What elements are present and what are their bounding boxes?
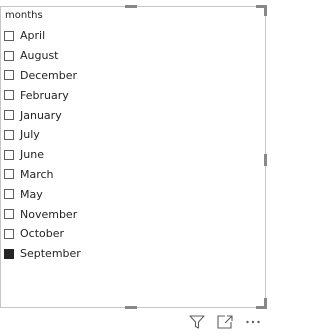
item-label: December — [20, 68, 78, 82]
filter-icon[interactable] — [188, 314, 206, 330]
resize-handle-top[interactable] — [125, 5, 137, 8]
resize-handle-bottom[interactable] — [125, 306, 137, 309]
focus-mode-icon[interactable] — [216, 314, 234, 330]
slicer-item-may[interactable]: May — [4, 184, 81, 204]
slicer-item-october[interactable]: October — [4, 224, 81, 244]
checkbox[interactable] — [4, 30, 14, 41]
slicer-header: months — [5, 10, 43, 21]
checkbox[interactable] — [4, 209, 14, 220]
checkbox[interactable] — [4, 110, 14, 121]
item-label: November — [20, 207, 78, 221]
item-label: June — [20, 148, 44, 162]
checkbox[interactable] — [4, 50, 14, 61]
slicer-item-july[interactable]: July — [4, 125, 81, 145]
slicer-item-list: April August December February January J… — [4, 26, 81, 264]
checkbox[interactable] — [4, 70, 14, 81]
slicer-item-april[interactable]: April — [4, 26, 81, 46]
slicer-item-november[interactable]: November — [4, 204, 81, 224]
item-label: February — [20, 88, 69, 102]
slicer-item-december[interactable]: December — [4, 66, 81, 86]
slicer-item-january[interactable]: January — [4, 105, 81, 125]
checkbox-checked[interactable] — [4, 248, 14, 259]
resize-corner-bottom-right[interactable] — [256, 298, 267, 309]
item-label: August — [20, 49, 59, 63]
slicer-item-august[interactable]: August — [4, 46, 81, 66]
item-label: September — [20, 247, 81, 261]
resize-corner-top-right[interactable] — [256, 5, 267, 16]
slicer-item-june[interactable]: June — [4, 145, 81, 165]
item-label: October — [20, 227, 65, 241]
slicer-item-september[interactable]: September — [4, 244, 81, 264]
slicer-item-march[interactable]: March — [4, 165, 81, 185]
item-label: May — [20, 187, 43, 201]
checkbox[interactable] — [4, 90, 14, 101]
checkbox[interactable] — [4, 129, 14, 140]
item-label: July — [20, 128, 40, 142]
resize-handle-right[interactable] — [264, 154, 267, 166]
slicer-item-february[interactable]: February — [4, 85, 81, 105]
checkbox[interactable] — [4, 169, 14, 180]
checkbox[interactable] — [4, 228, 14, 239]
item-label: March — [20, 167, 54, 181]
item-label: January — [20, 108, 62, 122]
item-label: April — [20, 29, 46, 43]
slicer-visual[interactable]: months April August December February Ja… — [0, 5, 267, 309]
checkbox[interactable] — [4, 189, 14, 200]
visual-header-toolbar — [188, 314, 262, 330]
more-options-icon[interactable] — [244, 314, 262, 330]
checkbox[interactable] — [4, 149, 14, 160]
